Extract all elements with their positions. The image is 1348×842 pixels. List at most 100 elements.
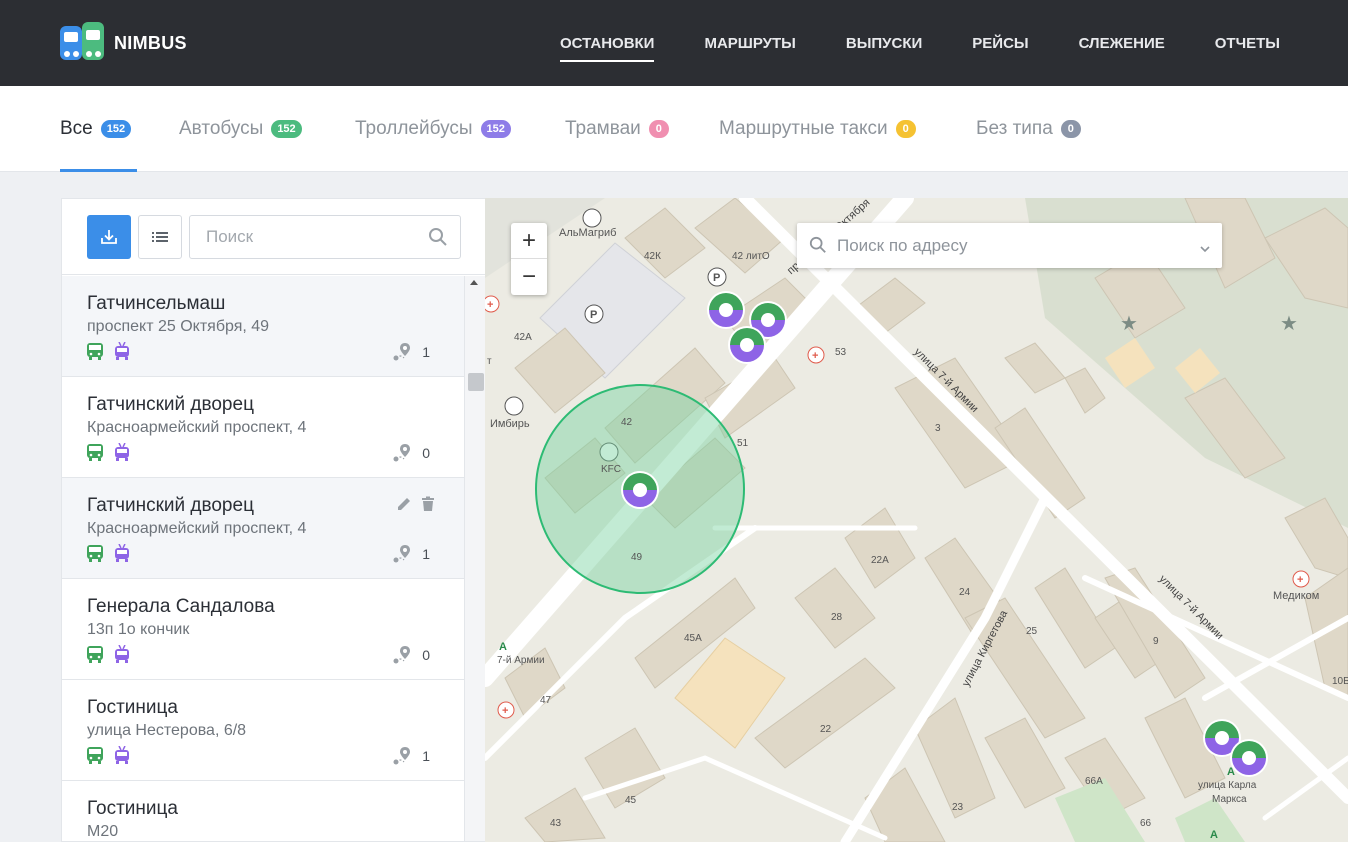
nav-trips[interactable]: РЕЙСЫ [972,0,1028,86]
nav-releases[interactable]: ВЫПУСКИ [846,0,922,86]
list-scrollbar[interactable] [464,276,485,841]
edit-icon[interactable] [396,496,412,512]
list-item[interactable]: Гатчинский дворец Красноармейский проспе… [62,377,464,478]
building-number: 51 [737,438,749,449]
building-number: 22 [820,724,832,735]
search-icon[interactable] [428,227,448,252]
tab-label: Все [60,118,93,139]
stop-marker[interactable] [1229,738,1269,778]
stop-address: улица Нестерова, 6/8 [87,722,247,739]
stop-address: Красноармейский проспект, 4 [87,419,307,436]
tab-label: Троллейбусы [355,118,473,139]
list-item[interactable]: Гатчинсельмаш проспект 25 Октября, 49 1 [62,276,464,377]
building-number: 9 [1153,636,1159,647]
building-number: 42 литО [732,251,770,262]
tab-minibuses[interactable]: Маршрутные такси 0 [719,86,916,172]
list-item[interactable]: Гостиница улица Нестерова, 6/8 1 [62,680,464,781]
top-navbar: NIMBUS ОСТАНОВКИ МАРШРУТЫ ВЫПУСКИ РЕЙСЫ … [0,0,1348,86]
count-badge: 0 [895,120,916,138]
count-badge: 152 [100,120,132,138]
type-tabs: Все 152 Автобусы 152 Троллейбусы 152 Тра… [0,86,1348,172]
bus-icon [86,443,104,461]
building-number: 24 [959,587,971,598]
download-button[interactable] [87,215,131,259]
building-number: 45А [684,633,702,644]
zoom-out-button[interactable]: − [511,259,547,295]
trolleybus-icon [113,544,131,562]
main-nav: ОСТАНОВКИ МАРШРУТЫ ВЫПУСКИ РЕЙСЫ СЛЕЖЕНИ… [510,0,1280,86]
route-count: 1 [422,546,430,562]
search-box [189,215,461,259]
nav-routes[interactable]: МАРШРУТЫ [704,0,795,86]
building-number: 42А [514,332,532,343]
svg-text:★: ★ [1280,313,1298,335]
route-pin-icon [392,645,412,665]
nav-reports[interactable]: ОТЧЕТЫ [1215,0,1280,86]
stop-marker-selected[interactable] [620,470,660,510]
nav-tracking[interactable]: СЛЕЖЕНИЕ [1079,0,1165,86]
address-search-input[interactable] [837,223,1187,268]
search-input[interactable] [190,216,410,258]
stops-panel: Гатчинсельмаш проспект 25 Октября, 49 1 … [61,198,485,842]
route-pin-icon [392,443,412,463]
building-number: 47 [540,695,552,706]
stop-address: проспект 25 Октября, 49 [87,318,270,335]
download-icon [101,230,117,244]
route-count: 0 [422,647,430,663]
building-number: 23 [952,802,964,813]
scroll-up-arrow-icon[interactable] [470,280,478,285]
trolleybus-icon [113,443,131,461]
map-label-fragment: т [487,356,492,367]
svg-text:+: + [1297,574,1303,586]
building-number: 66А [1085,776,1103,787]
building-number: 53 [835,347,847,358]
building-number: 28 [831,612,843,623]
stop-address: М20 [87,823,119,840]
building-number: 43 [550,818,562,829]
svg-text:+: + [487,299,493,311]
building-number: 22А [871,555,889,566]
building-number: 10Б [1332,676,1348,687]
list-view-button[interactable] [138,215,182,259]
count-badge: 0 [648,120,669,138]
tab-untyped[interactable]: Без типа 0 [976,86,1081,172]
street-label: 7-й Армии [497,655,545,666]
building-number: 42К [644,251,661,262]
stop-marker[interactable] [727,325,767,365]
stop-address: Красноармейский проспект, 4 [87,520,307,537]
bus-icon [86,342,104,360]
tab-trams[interactable]: Трамваи 0 [565,86,669,172]
list-item[interactable]: Гостиница М20 [62,781,464,841]
svg-text:+: + [812,350,818,362]
chevron-down-icon[interactable] [1200,240,1210,258]
transit-letter: А [499,641,507,653]
list-item[interactable]: Генерала Сандалова 13п 1о кончик 0 [62,579,464,680]
stop-name: Гатчинский дворец [87,394,254,415]
tab-all[interactable]: Все 152 [60,86,137,172]
map[interactable]: ★ ★ P P + + + + АльМагриб 42К 42 литО пр… [485,198,1348,842]
trolleybus-icon [113,645,131,663]
tab-buses[interactable]: Автобусы 152 [179,86,302,172]
svg-text:P: P [590,309,597,321]
logo[interactable]: NIMBUS [60,20,187,66]
tab-label: Трамваи [565,118,641,139]
poi-label: Медиком [1273,590,1320,602]
panel-toolbar [62,199,485,275]
scroll-thumb[interactable] [468,373,484,391]
zoom-in-button[interactable]: + [511,223,547,259]
route-pin-icon [392,342,412,362]
route-count: 1 [422,748,430,764]
search-icon [809,236,827,259]
list-item[interactable]: Гатчинский дворец Красноармейский проспе… [62,478,464,579]
stop-marker[interactable] [706,290,746,330]
bus-icon [86,544,104,562]
nav-stops[interactable]: ОСТАНОВКИ [560,0,655,86]
address-search-box [797,223,1222,268]
count-badge: 152 [271,120,302,138]
tab-label: Без типа [976,118,1053,139]
tab-trolleybuses[interactable]: Троллейбусы 152 [355,86,511,172]
poi-label: АльМагриб [559,227,617,239]
tab-label: Маршрутные такси [719,118,888,139]
delete-icon[interactable] [420,496,436,512]
stop-name: Гостиница [87,697,178,718]
